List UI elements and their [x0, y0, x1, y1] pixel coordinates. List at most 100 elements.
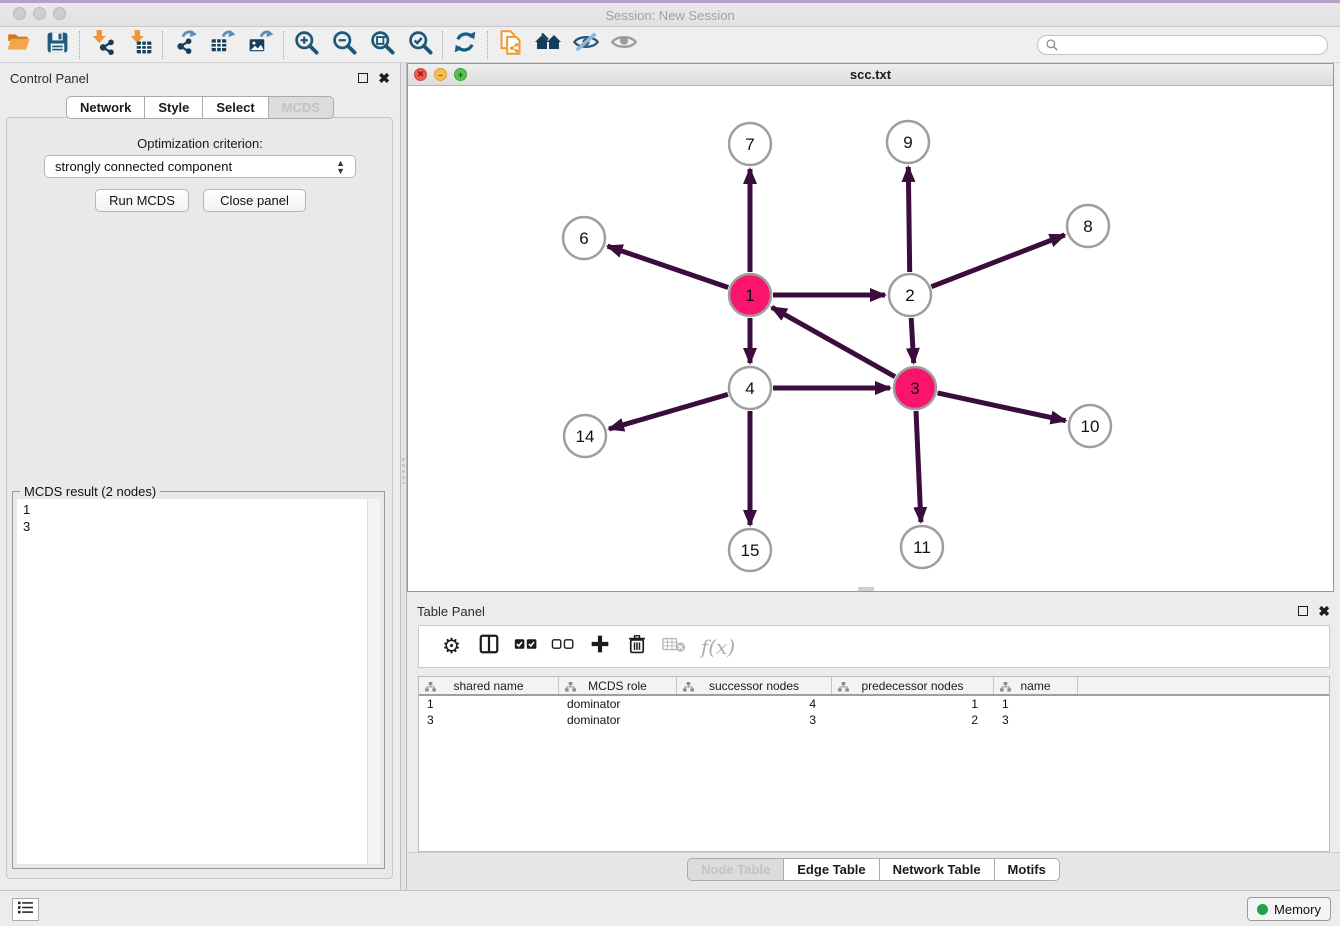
save-session-button[interactable] — [38, 29, 76, 61]
tab-edge-table[interactable]: Edge Table — [784, 858, 879, 881]
zoom-in-button[interactable] — [287, 29, 325, 61]
optimization-criterion-select[interactable]: strongly connected component ▲▼ — [44, 155, 356, 178]
mcds-result-scrollbar[interactable] — [367, 499, 380, 864]
refresh-view-button[interactable] — [446, 29, 484, 61]
panel-split-divider[interactable] — [400, 63, 407, 890]
table-cell[interactable]: 3 — [994, 712, 1078, 728]
close-panel-button[interactable]: Close panel — [203, 189, 306, 212]
memory-button[interactable]: Memory — [1247, 897, 1331, 921]
hide-selected-button[interactable] — [567, 29, 605, 61]
network-window-titlebar[interactable]: ✕ – + scc.txt — [408, 64, 1333, 86]
network-view-window: ✕ – + scc.txt 7 9 6 8 1 2 4 3 14 10 15 11 — [407, 63, 1334, 592]
network-close-icon[interactable]: ✕ — [414, 68, 427, 81]
run-mcds-button[interactable]: Run MCDS — [95, 189, 189, 212]
search-input[interactable] — [1037, 35, 1328, 55]
table-cell[interactable]: 1 — [419, 696, 559, 712]
graph-node-10[interactable]: 10 — [1069, 405, 1111, 447]
edge-3-to-1[interactable] — [772, 307, 895, 376]
close-table-panel-icon[interactable]: ✖ — [1318, 606, 1330, 616]
graph-node-4[interactable]: 4 — [729, 367, 771, 409]
tab-network-table[interactable]: Network Table — [880, 858, 995, 881]
delete-table-button[interactable] — [655, 636, 692, 658]
graph-node-1[interactable]: 1 — [729, 274, 771, 316]
edge-1-to-6[interactable] — [608, 246, 729, 287]
graph-node-14[interactable]: 14 — [564, 415, 606, 457]
mcds-result-title: MCDS result (2 nodes) — [20, 484, 160, 499]
float-panel-icon[interactable] — [358, 73, 368, 83]
status-menu-button[interactable] — [12, 898, 39, 921]
list-menu-icon — [17, 900, 34, 920]
column-header-predecessor-nodes[interactable]: predecessor nodes — [832, 677, 994, 694]
export-image-button[interactable] — [242, 29, 280, 61]
float-table-panel-icon[interactable] — [1298, 606, 1308, 616]
graph-node-7[interactable]: 7 — [729, 123, 771, 165]
tab-mcds[interactable]: MCDS — [269, 96, 334, 119]
home-layout-button[interactable] — [529, 29, 567, 61]
tab-select[interactable]: Select — [203, 96, 268, 119]
zoom-selected-button[interactable] — [401, 29, 439, 61]
edge-2-to-9[interactable] — [908, 167, 909, 272]
graph-node-8[interactable]: 8 — [1067, 205, 1109, 247]
show-all-button[interactable] — [605, 29, 643, 61]
tab-style[interactable]: Style — [145, 96, 203, 119]
tab-node-table[interactable]: Node Table — [687, 858, 784, 881]
close-panel-icon[interactable]: ✖ — [378, 73, 390, 83]
edge-2-to-8[interactable] — [931, 235, 1064, 287]
graph-node-9[interactable]: 9 — [887, 121, 929, 163]
edge-3-to-10[interactable] — [938, 393, 1066, 421]
table-cell[interactable]: dominator — [559, 712, 677, 728]
table-cell[interactable]: 3 — [419, 712, 559, 728]
table-cell[interactable]: dominator — [559, 696, 677, 712]
table-cell[interactable]: 1 — [832, 696, 994, 712]
table-cell[interactable]: 4 — [677, 696, 832, 712]
tree-icon — [683, 681, 694, 695]
table-row[interactable]: 3dominator323 — [419, 712, 1329, 728]
delete-column-button[interactable] — [618, 634, 655, 660]
column-header-name[interactable]: name — [994, 677, 1078, 694]
optimization-criterion-label: Optimization criterion: — [0, 136, 400, 151]
window-zoom-icon[interactable] — [53, 7, 66, 20]
copy-share-view-button[interactable] — [491, 29, 529, 61]
canvas-split-grip[interactable] — [858, 587, 874, 591]
network-minimize-icon[interactable]: – — [434, 68, 447, 81]
edge-4-to-14[interactable] — [609, 394, 728, 429]
graph-node-2[interactable]: 2 — [889, 274, 931, 316]
network-maximize-icon[interactable]: + — [454, 68, 467, 81]
table-rows: 1dominator4113dominator323 — [419, 696, 1329, 728]
select-all-rows-button[interactable] — [507, 636, 544, 657]
column-header-MCDS-role[interactable]: MCDS role — [559, 677, 677, 694]
graph-node-11[interactable]: 11 — [901, 526, 943, 568]
tab-network[interactable]: Network — [66, 96, 145, 119]
memory-status-icon — [1257, 904, 1268, 915]
edge-3-to-11[interactable] — [916, 411, 921, 522]
table-cell[interactable]: 1 — [994, 696, 1078, 712]
export-network-button[interactable] — [166, 29, 204, 61]
zoom-fit-button[interactable] — [363, 29, 401, 61]
import-network-button[interactable] — [83, 29, 121, 61]
mcds-result-text[interactable]: 1 3 — [17, 499, 367, 864]
add-column-button[interactable] — [581, 634, 618, 659]
function-builder-button[interactable]: f(x) — [692, 635, 744, 659]
tab-motifs[interactable]: Motifs — [995, 858, 1060, 881]
edge-2-to-3[interactable] — [911, 318, 914, 363]
graph-node-6[interactable]: 6 — [563, 217, 605, 259]
table-cell[interactable]: 3 — [677, 712, 832, 728]
column-header-successor-nodes[interactable]: successor nodes — [677, 677, 832, 694]
open-session-button[interactable] — [0, 29, 38, 61]
network-canvas[interactable]: 7 9 6 8 1 2 4 3 14 10 15 11 — [408, 86, 1333, 591]
toolbar-separator — [283, 31, 284, 59]
export-table-button[interactable] — [204, 29, 242, 61]
window-minimize-icon[interactable] — [33, 7, 46, 20]
zoom-in-icon — [293, 29, 320, 61]
deselect-all-rows-button[interactable] — [544, 636, 581, 657]
table-cell[interactable]: 2 — [832, 712, 994, 728]
graph-node-3[interactable]: 3 — [894, 367, 936, 409]
window-close-icon[interactable] — [13, 7, 26, 20]
import-table-button[interactable] — [121, 29, 159, 61]
zoom-out-button[interactable] — [325, 29, 363, 61]
graph-node-15[interactable]: 15 — [729, 529, 771, 571]
column-header-shared-name[interactable]: shared name — [419, 677, 559, 694]
column-visibility-button[interactable] — [470, 633, 507, 660]
table-row[interactable]: 1dominator411 — [419, 696, 1329, 712]
table-settings-button[interactable]: ⚙ — [433, 634, 470, 659]
